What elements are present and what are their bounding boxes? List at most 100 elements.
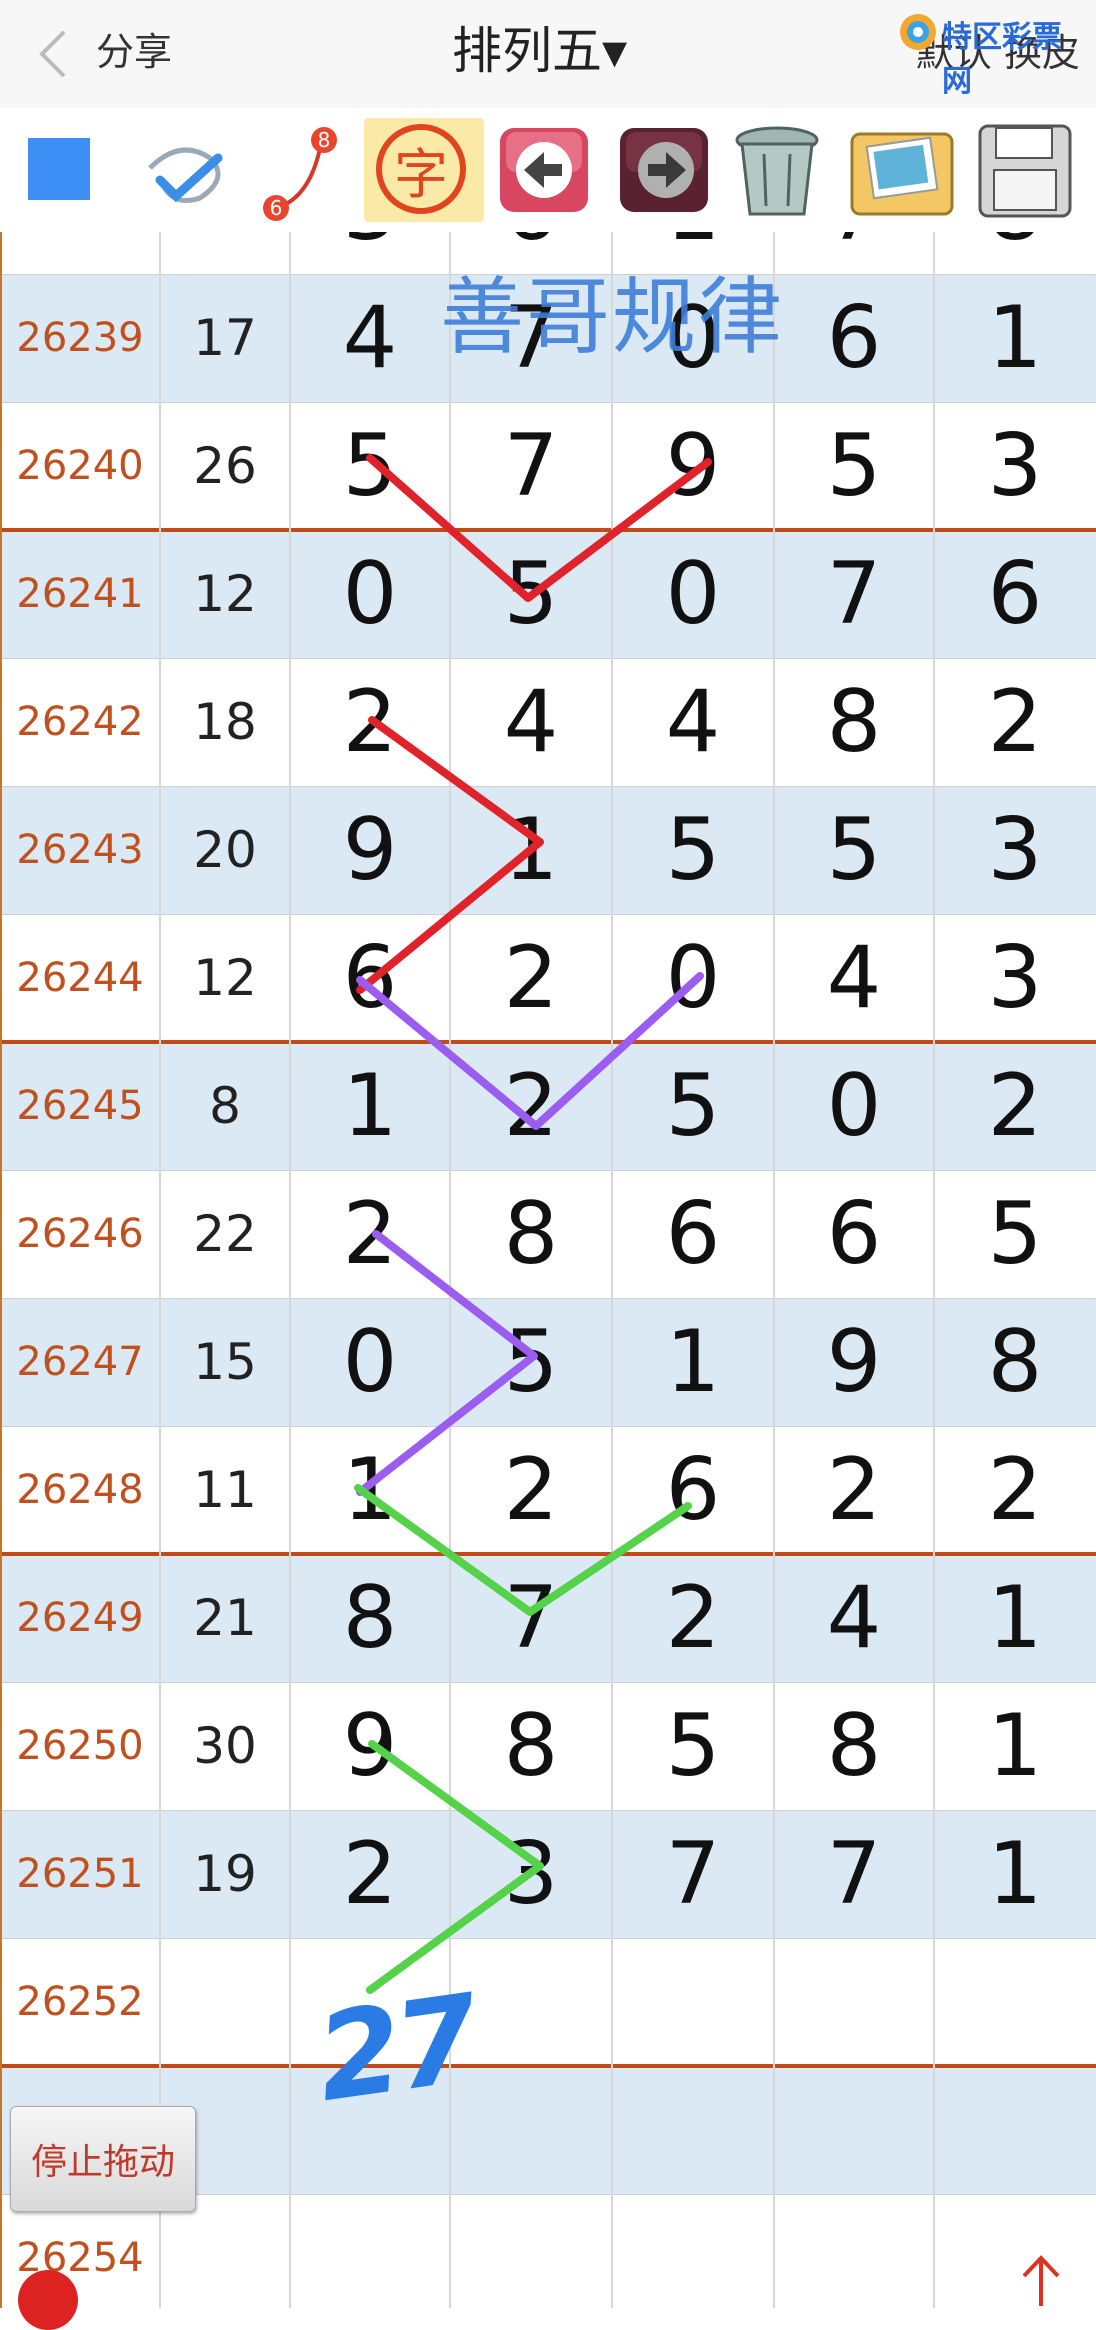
digit-cell[interactable]: 0: [290, 530, 450, 658]
blue-square-icon[interactable]: [28, 138, 90, 200]
digit-cell[interactable]: 1: [934, 1810, 1096, 1938]
digit-cell[interactable]: 8: [450, 1682, 612, 1810]
digit-cell[interactable]: [934, 2066, 1096, 2194]
digit-cell[interactable]: 5: [774, 402, 934, 530]
table-row[interactable]: 26241 12 0 5 0 7 6: [0, 530, 1096, 658]
digit-cell[interactable]: [450, 2194, 612, 2308]
digit-cell[interactable]: 5: [774, 786, 934, 914]
digit-cell[interactable]: 7: [450, 402, 612, 530]
digit-cell[interactable]: 5: [290, 402, 450, 530]
digit-cell[interactable]: [934, 2194, 1096, 2308]
digit-cell[interactable]: 3: [934, 914, 1096, 1042]
table-row[interactable]: 26252: [0, 1938, 1096, 2066]
digit-cell[interactable]: 3: [450, 1810, 612, 1938]
digit-cell[interactable]: 0: [612, 914, 774, 1042]
digit-cell[interactable]: 5: [450, 530, 612, 658]
page-title[interactable]: 排列五▾: [452, 18, 627, 84]
digit-cell[interactable]: 4: [290, 274, 450, 402]
trash-icon[interactable]: [724, 118, 830, 222]
digit-cell[interactable]: 6: [290, 914, 450, 1042]
digit-cell[interactable]: 2: [612, 1554, 774, 1682]
digit-cell[interactable]: [612, 1938, 774, 2066]
text-char-button[interactable]: 字: [364, 118, 484, 222]
digit-cell[interactable]: 8: [290, 1554, 450, 1682]
digit-cell[interactable]: 8: [934, 1298, 1096, 1426]
digit-cell[interactable]: 7: [450, 1554, 612, 1682]
digit-cell[interactable]: 1: [290, 1426, 450, 1554]
digit-cell[interactable]: 4: [774, 914, 934, 1042]
digit-cell[interactable]: 2: [934, 1042, 1096, 1170]
digit-cell[interactable]: 6: [774, 274, 934, 402]
table-row[interactable]: 26250 30 9 8 5 8 1: [0, 1682, 1096, 1810]
digit-cell[interactable]: 6: [612, 1426, 774, 1554]
share-button[interactable]: 分享: [96, 24, 172, 80]
digit-cell[interactable]: 7: [774, 1810, 934, 1938]
digit-cell[interactable]: 4: [450, 658, 612, 786]
digit-cell[interactable]: [612, 2194, 774, 2308]
digit-cell[interactable]: 5: [612, 786, 774, 914]
digit-cell[interactable]: 9: [612, 402, 774, 530]
digit-cell[interactable]: 5: [612, 1682, 774, 1810]
table-row[interactable]: 26244 12 6 2 0 4 3: [0, 914, 1096, 1042]
digit-cell[interactable]: 5: [934, 1170, 1096, 1298]
gallery-icon[interactable]: [846, 118, 958, 222]
digit-cell[interactable]: 7: [612, 1810, 774, 1938]
digit-cell[interactable]: 1: [934, 274, 1096, 402]
table-row[interactable]: 26246 22 2 8 6 6 5: [0, 1170, 1096, 1298]
table-row[interactable]: 26245 8 1 2 5 0 2: [0, 1042, 1096, 1170]
table-row[interactable]: 26243 20 9 1 5 5 3: [0, 786, 1096, 914]
digit-cell[interactable]: 6: [774, 1170, 934, 1298]
digit-cell[interactable]: 8: [774, 658, 934, 786]
number-connect-icon[interactable]: 6 8: [252, 118, 352, 222]
digit-cell[interactable]: 1: [290, 1042, 450, 1170]
digit-cell[interactable]: 3: [934, 786, 1096, 914]
digit-cell[interactable]: 7: [774, 530, 934, 658]
table-row[interactable]: 26248 11 1 2 6 2 2: [0, 1426, 1096, 1554]
table-row[interactable]: 26247 15 0 5 1 9 8: [0, 1298, 1096, 1426]
digit-cell[interactable]: 1: [612, 1298, 774, 1426]
digit-cell[interactable]: [934, 1938, 1096, 2066]
digit-cell[interactable]: [290, 2194, 450, 2308]
digit-cell[interactable]: 2: [934, 658, 1096, 786]
table-row[interactable]: 26251 19 2 3 7 7 1: [0, 1810, 1096, 1938]
digit-cell[interactable]: 0: [290, 1298, 450, 1426]
digit-cell[interactable]: 1: [450, 786, 612, 914]
digit-cell[interactable]: 6: [612, 1170, 774, 1298]
scroll-up-arrow-icon[interactable]: [1016, 2250, 1066, 2308]
digit-cell[interactable]: 2: [774, 1426, 934, 1554]
digit-cell[interactable]: 2: [290, 1810, 450, 1938]
digit-cell[interactable]: 9: [774, 1298, 934, 1426]
digit-cell[interactable]: 6: [934, 530, 1096, 658]
add-icon[interactable]: [18, 2270, 78, 2330]
digit-cell[interactable]: 9: [290, 1682, 450, 1810]
digit-cell[interactable]: 4: [612, 658, 774, 786]
digit-cell[interactable]: [774, 1938, 934, 2066]
digit-cell[interactable]: 8: [450, 1170, 612, 1298]
table-row[interactable]: 26249 21 8 7 2 4 1: [0, 1554, 1096, 1682]
digit-cell[interactable]: 0: [774, 1042, 934, 1170]
digit-cell[interactable]: 1: [934, 1554, 1096, 1682]
digit-cell[interactable]: 2: [450, 914, 612, 1042]
digit-cell[interactable]: 5: [612, 1042, 774, 1170]
digit-cell[interactable]: 8: [774, 1682, 934, 1810]
digit-cell[interactable]: 2: [934, 1426, 1096, 1554]
digit-cell[interactable]: 2: [450, 1042, 612, 1170]
digit-cell[interactable]: 5: [450, 1298, 612, 1426]
redo-arrow-icon[interactable]: [614, 118, 714, 222]
back-chevron-icon[interactable]: [30, 24, 78, 84]
table-row[interactable]: 26242 18 2 4 4 8 2: [0, 658, 1096, 786]
stop-drag-button[interactable]: 停止拖动: [10, 2106, 196, 2212]
digit-cell[interactable]: 0: [612, 530, 774, 658]
undo-arrow-icon[interactable]: [494, 118, 594, 222]
digit-cell[interactable]: 1: [934, 1682, 1096, 1810]
digit-cell[interactable]: [612, 2066, 774, 2194]
save-floppy-icon[interactable]: [972, 118, 1078, 222]
digit-cell[interactable]: 2: [450, 1426, 612, 1554]
pen-check-icon[interactable]: [140, 118, 240, 222]
digit-cell[interactable]: 2: [290, 1170, 450, 1298]
digit-cell[interactable]: [774, 2066, 934, 2194]
digit-cell[interactable]: [450, 1938, 612, 2066]
digit-cell[interactable]: 4: [774, 1554, 934, 1682]
digit-cell[interactable]: 9: [290, 786, 450, 914]
digit-cell[interactable]: 2: [290, 658, 450, 786]
